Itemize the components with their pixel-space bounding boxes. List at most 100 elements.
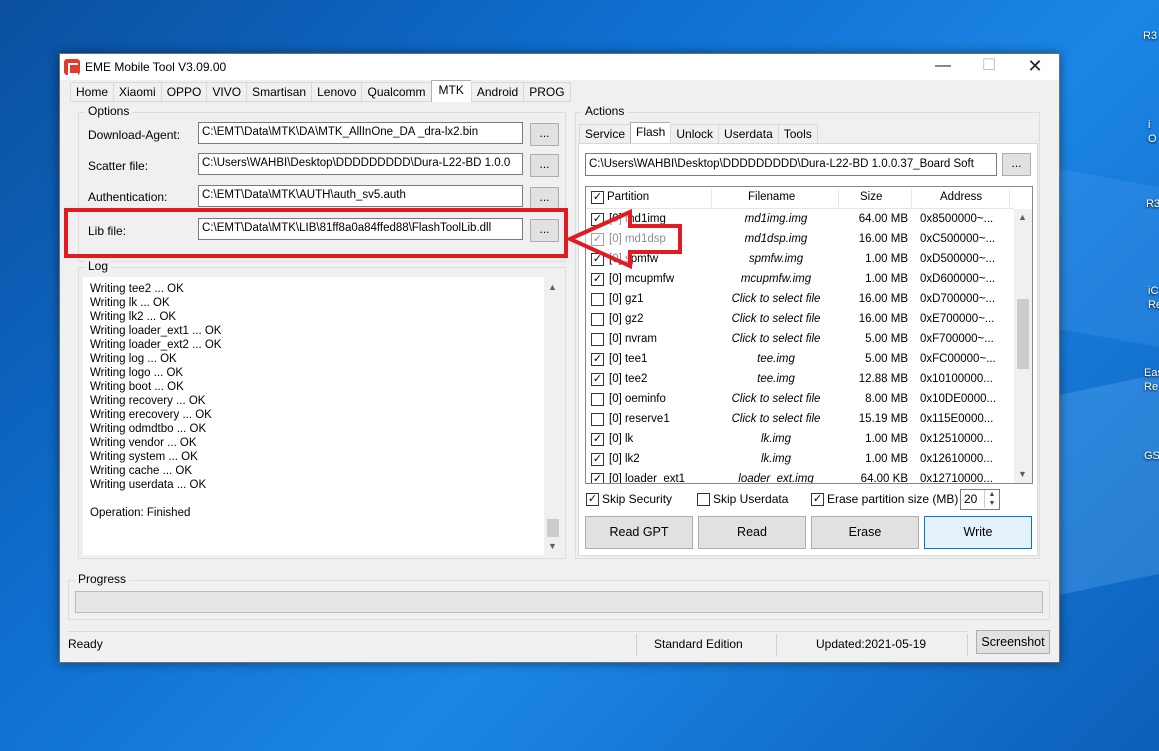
partition-row[interactable]: [0] nvram Click to select file 5.00 MB 0xF7… — [586, 330, 1014, 350]
partition-filename[interactable]: Click to select file — [711, 313, 841, 325]
partition-row[interactable]: [0] gz1 Click to select file 16.00 MB 0xD70… — [586, 290, 1014, 310]
partition-filename[interactable]: Click to select file — [711, 293, 841, 305]
tab-lenovo[interactable]: Lenovo — [311, 82, 362, 102]
screenshot-button[interactable]: Screenshot — [976, 630, 1050, 654]
select-all-checkbox[interactable]: ✓ — [591, 191, 604, 204]
desktop-icon-label[interactable]: R3 — [1146, 198, 1159, 210]
column-size[interactable]: Size — [860, 191, 882, 203]
partition-filename[interactable]: loader_ext.img — [711, 473, 841, 483]
partition-filename[interactable]: Click to select file — [711, 393, 841, 405]
tab-oppo[interactable]: OPPO — [160, 82, 207, 102]
desktop-icon-label[interactable]: Eas Re — [1144, 366, 1159, 394]
partition-checkbox[interactable] — [591, 413, 604, 426]
partition-row[interactable]: [0] gz2 Click to select file 16.00 MB 0xE70… — [586, 310, 1014, 330]
desktop-icon-label[interactable]: i O — [1148, 118, 1157, 146]
partition-row[interactable]: ✓ [0] tee2 tee.img 12.88 MB 0x10100000... — [586, 370, 1014, 390]
partition-filename[interactable]: md1dsp.img — [711, 233, 841, 245]
scroll-down-icon[interactable]: ▼ — [544, 538, 561, 555]
minimize-button[interactable]: — — [920, 54, 966, 80]
partition-row[interactable]: ✓ [0] lk lk.img 1.00 MB 0x12510000... — [586, 430, 1014, 450]
log-scroll-thumb[interactable] — [547, 519, 559, 537]
tab-userdata[interactable]: Userdata — [718, 124, 778, 144]
column-partition[interactable]: Partition — [607, 191, 649, 203]
partition-filename[interactable]: tee.img — [711, 373, 841, 385]
scatter-file-field[interactable]: C:\Users\WAHBI\Desktop\DDDDDDDDD\Dura-L2… — [198, 153, 523, 175]
log-scrollbar[interactable]: ▲ ▼ — [544, 277, 562, 556]
desktop-icon-label[interactable]: R3 — [1143, 30, 1157, 42]
main-tab-bar: Home Xiaomi OPPO VIVO Smartisan Lenovo Q… — [70, 80, 571, 102]
partition-checkbox[interactable]: ✓ — [591, 353, 604, 366]
authentication-browse-button[interactable]: ... — [530, 187, 559, 210]
partition-checkbox[interactable] — [591, 293, 604, 306]
erase-partition-size-option[interactable]: ✓ Erase partition size (MB) — [811, 492, 958, 507]
column-filename[interactable]: Filename — [748, 191, 795, 203]
spin-down-icon[interactable]: ▼ — [984, 499, 999, 508]
tab-service[interactable]: Service — [579, 124, 631, 144]
partition-filename[interactable]: Click to select file — [711, 413, 841, 425]
partition-checkbox[interactable] — [591, 393, 604, 406]
partition-checkbox[interactable] — [591, 333, 604, 346]
partition-row[interactable]: ✓ [0] loader_ext1 loader_ext.img 64.00 KB 0x… — [586, 470, 1014, 483]
partition-checkbox[interactable]: ✓ — [591, 453, 604, 466]
skip-userdata-checkbox[interactable] — [697, 493, 710, 507]
partition-name: [0] oeminfo — [609, 393, 666, 405]
partition-filename[interactable]: Click to select file — [711, 333, 841, 345]
firmware-path-field[interactable]: C:\Users\WAHBI\Desktop\DDDDDDDDD\Dura-L2… — [585, 153, 997, 176]
scatter-file-browse-button[interactable]: ... — [530, 154, 559, 177]
tab-home[interactable]: Home — [70, 82, 114, 102]
erase-partition-size-checkbox[interactable]: ✓ — [811, 493, 824, 507]
partition-checkbox[interactable]: ✓ — [591, 433, 604, 446]
partition-scrollbar[interactable]: ▲ ▼ — [1014, 209, 1032, 483]
partition-scroll-thumb[interactable] — [1017, 299, 1029, 369]
partition-filename[interactable]: spmfw.img — [711, 253, 841, 265]
partition-checkbox[interactable]: ✓ — [591, 373, 604, 386]
tab-vivo[interactable]: VIVO — [206, 82, 247, 102]
partition-filename[interactable]: md1img.img — [711, 213, 841, 225]
tab-tools[interactable]: Tools — [777, 124, 818, 144]
tab-android[interactable]: Android — [470, 82, 524, 102]
partition-row[interactable]: [0] reserve1 Click to select file 15.19 MB… — [586, 410, 1014, 430]
maximize-button[interactable]: ☐ — [966, 54, 1012, 80]
scroll-down-icon[interactable]: ▼ — [1014, 466, 1031, 483]
partition-filename[interactable]: mcupmfw.img — [711, 273, 841, 285]
scroll-up-icon[interactable]: ▲ — [544, 279, 561, 296]
partition-checkbox[interactable] — [591, 313, 604, 326]
column-address[interactable]: Address — [940, 191, 982, 203]
scroll-up-icon[interactable]: ▲ — [1014, 209, 1031, 226]
tab-unlock[interactable]: Unlock — [670, 124, 719, 144]
skip-security-checkbox[interactable]: ✓ — [586, 493, 599, 507]
download-agent-field[interactable]: C:\EMT\Data\MTK\DA\MTK_AllInOne_DA _dra-… — [198, 122, 523, 144]
skip-userdata-option[interactable]: Skip Userdata — [697, 492, 788, 507]
tab-qualcomm[interactable]: Qualcomm — [361, 82, 431, 102]
desktop-icon-label[interactable]: GS — [1144, 450, 1159, 462]
read-gpt-button[interactable]: Read GPT — [585, 516, 693, 549]
tab-mtk[interactable]: MTK — [430, 80, 471, 102]
erase-button[interactable]: Erase — [811, 516, 919, 549]
partition-checkbox[interactable]: ✓ — [591, 273, 604, 286]
log-output[interactable]: Writing tee2 ... OK Writing lk ... OK Wr… — [82, 276, 562, 556]
partition-row[interactable]: ✓ [0] lk2 lk.img 1.00 MB 0x12610000... — [586, 450, 1014, 470]
tab-smartisan[interactable]: Smartisan — [246, 82, 312, 102]
tab-xiaomi[interactable]: Xiaomi — [113, 82, 161, 102]
firmware-browse-button[interactable]: ... — [1002, 153, 1031, 176]
tab-flash[interactable]: Flash — [630, 122, 671, 144]
desktop-icon-label[interactable]: iC Rec — [1148, 284, 1159, 312]
partition-row[interactable]: [0] oeminfo Click to select file 8.00 MB 0x… — [586, 390, 1014, 410]
title-bar[interactable]: EME Mobile Tool V3.09.00 — ☐ ✕ — [60, 54, 1059, 80]
partition-filename[interactable]: lk.img — [711, 433, 841, 445]
partition-checkbox[interactable]: ✓ — [591, 473, 604, 483]
partition-address: 0x115E0000... — [920, 413, 994, 425]
write-button[interactable]: Write — [924, 516, 1032, 549]
authentication-field[interactable]: C:\EMT\Data\MTK\AUTH\auth_sv5.auth — [198, 185, 523, 207]
partition-filename[interactable]: tee.img — [711, 353, 841, 365]
partition-address: 0x10100000... — [920, 373, 993, 385]
download-agent-browse-button[interactable]: ... — [530, 123, 559, 146]
skip-security-option[interactable]: ✓ Skip Security — [586, 492, 672, 507]
progress-bar — [75, 591, 1043, 613]
tab-prog[interactable]: PROG — [523, 82, 571, 102]
spin-up-icon[interactable]: ▲ — [984, 490, 999, 499]
close-button[interactable]: ✕ — [1012, 54, 1058, 80]
read-button[interactable]: Read — [698, 516, 806, 549]
partition-row[interactable]: ✓ [0] tee1 tee.img 5.00 MB 0xFC00000~... — [586, 350, 1014, 370]
partition-filename[interactable]: lk.img — [711, 453, 841, 465]
